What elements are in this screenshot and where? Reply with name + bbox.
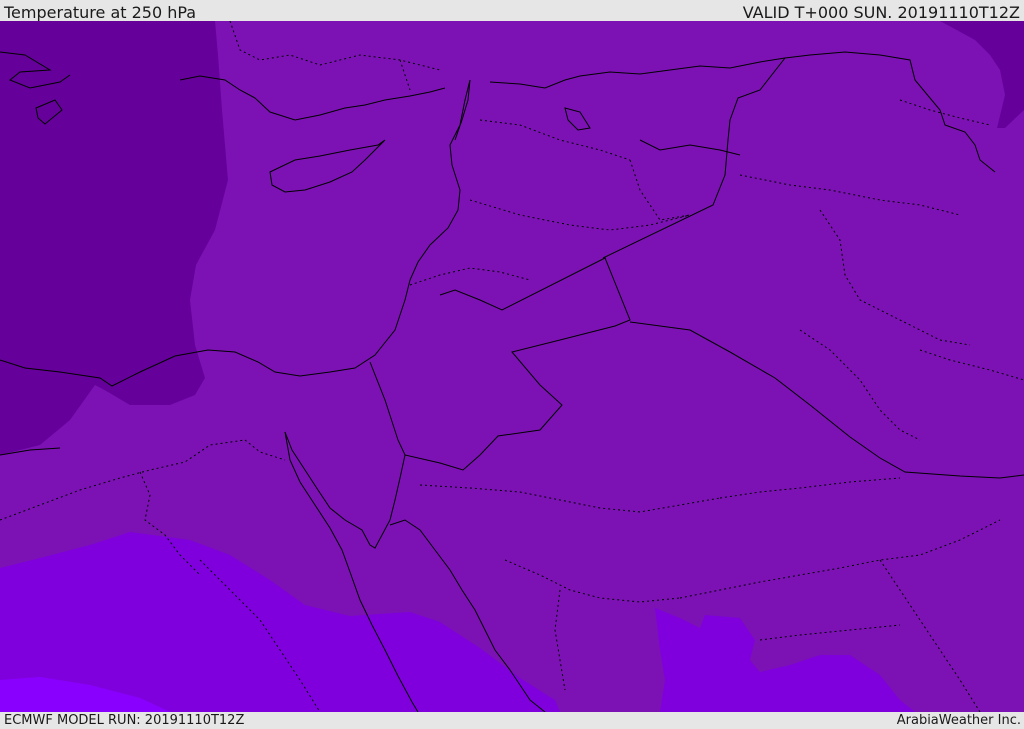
valid-time: VALID T+000 SUN. 20191110T12Z [742,3,1020,22]
temperature-map[interactable] [0,21,1024,712]
model-run-label: ECMWF MODEL RUN: 20191110T12Z [4,713,245,728]
cold-region-west [0,21,228,455]
footer-bar: ECMWF MODEL RUN: 20191110T12Z ArabiaWeat… [0,712,1024,729]
credit-label: ArabiaWeather Inc. [896,713,1021,728]
header-bar: Temperature at 250 hPa VALID T+000 SUN. … [0,0,1024,22]
map-title: Temperature at 250 hPa [4,3,197,22]
